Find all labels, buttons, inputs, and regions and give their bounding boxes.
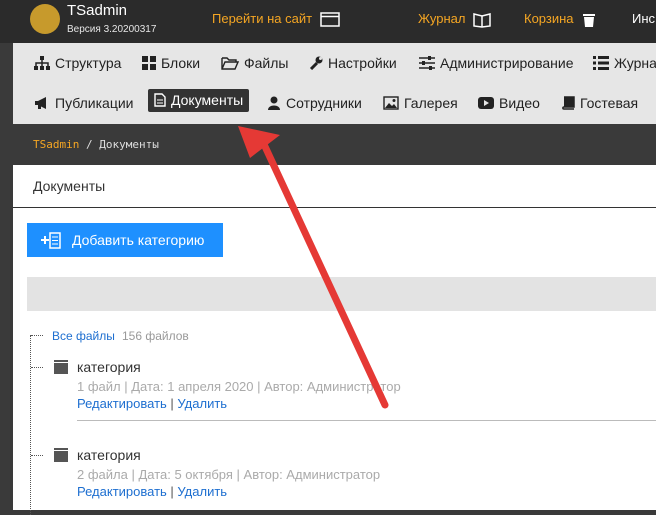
breadcrumb-root-link[interactable]: TSadmin: [33, 138, 79, 151]
category-name: категория: [77, 447, 141, 463]
tree-line: [30, 335, 31, 515]
category-actions: Редактировать | Удалить: [77, 484, 227, 499]
brain-logo-icon: [30, 4, 60, 34]
tree-branch: [31, 455, 43, 456]
trash-icon: [582, 13, 595, 27]
menu-item-label: Гостевая: [580, 95, 639, 111]
title-divider: [13, 207, 656, 208]
menu-item-publications[interactable]: Публикации: [34, 95, 133, 111]
category-tree: Все файлы 156 файлов категория 1 файл | …: [27, 327, 656, 515]
journal-link[interactable]: Журнал: [418, 11, 492, 28]
list-icon: [593, 56, 609, 70]
book-icon: [562, 96, 575, 110]
menu-item-administration[interactable]: Администрирование: [419, 55, 574, 71]
menu-item-files[interactable]: Файлы: [221, 55, 288, 71]
edit-link[interactable]: Редактировать: [77, 484, 167, 499]
bullhorn-icon: [35, 97, 46, 109]
version-label: Версия 3.20200317: [67, 24, 157, 35]
action-separator: |: [166, 396, 178, 411]
menu-item-label: Файлы: [244, 55, 289, 71]
menu-item-structure[interactable]: Структура: [34, 55, 121, 71]
tools-link[interactable]: Инс: [632, 11, 655, 26]
category-divider: [77, 420, 656, 421]
menu-item-label: Структура: [55, 55, 122, 71]
content-panel: Документы Добавить категорию Все файлы 1…: [13, 165, 656, 515]
toolbar-strip: [27, 277, 656, 311]
tree-branch: [31, 335, 43, 336]
delete-link[interactable]: Удалить: [177, 396, 227, 411]
top-bar: TSadmin Версия 3.20200317 Перейти на сай…: [0, 0, 656, 43]
journal-label: Журнал: [418, 11, 466, 26]
category-actions: Редактировать | Удалить: [77, 396, 227, 411]
image-icon: [383, 96, 399, 110]
menu-item-label: Галерея: [404, 95, 458, 111]
all-files-link[interactable]: Все файлы: [52, 329, 115, 343]
menu-item-journal[interactable]: Журна: [593, 55, 656, 71]
menu-item-label: Блоки: [161, 55, 201, 71]
breadcrumb-current: Документы: [99, 138, 159, 151]
menu-item-label: Видео: [499, 95, 540, 111]
browser-window-icon: [320, 12, 340, 27]
menu-item-gallery[interactable]: Галерея: [383, 95, 458, 111]
user-icon: [268, 96, 280, 110]
action-separator: |: [166, 484, 178, 499]
edit-link[interactable]: Редактировать: [77, 396, 167, 411]
tree-branch: [31, 367, 43, 368]
category-meta: 1 файл | Дата: 1 апреля 2020 | Автор: Ад…: [77, 379, 401, 394]
file-count: 156 файлов: [122, 329, 189, 343]
go-to-site-link[interactable]: Перейти на сайт: [212, 11, 340, 27]
menu-item-label: Журна: [614, 55, 656, 71]
menu-item-label: Настройки: [328, 55, 397, 71]
video-play-icon: [478, 97, 494, 109]
grid-icon: [142, 56, 156, 70]
add-list-icon: [41, 232, 61, 249]
brand-name: TSadmin: [67, 2, 128, 19]
sitemap-icon: [34, 56, 50, 70]
menu-item-label: Сотрудники: [286, 95, 362, 111]
folder-open-icon: [221, 57, 240, 70]
menu-item-blocks[interactable]: Блоки: [142, 55, 200, 71]
page-title: Документы: [33, 178, 106, 194]
sub-menu: Публикации Документы Сотрудники Галерея …: [13, 85, 656, 124]
go-to-site-label: Перейти на сайт: [212, 11, 313, 26]
breadcrumb: TSadmin / Документы: [33, 138, 159, 151]
menu-item-guestbook[interactable]: Гостевая: [561, 95, 638, 111]
menu-item-label: Публикации: [55, 95, 134, 111]
breadcrumb-separator: /: [79, 138, 100, 151]
wrench-icon: [309, 56, 323, 71]
main-menu: Структура Блоки Файлы Настройки Админист…: [13, 43, 656, 86]
book-icon: [473, 12, 492, 28]
menu-item-employees[interactable]: Сотрудники: [267, 95, 362, 111]
archive-box-icon: [54, 448, 68, 462]
add-category-button[interactable]: Добавить категорию: [27, 223, 223, 257]
menu-item-label: Администрирование: [440, 55, 574, 71]
trash-link[interactable]: Корзина: [524, 11, 596, 28]
menu-item-settings[interactable]: Настройки: [309, 55, 397, 71]
menu-item-documents[interactable]: Документы: [148, 89, 250, 112]
trash-label: Корзина: [524, 11, 574, 26]
sliders-icon: [419, 56, 435, 70]
menu-item-video[interactable]: Видео: [478, 95, 540, 111]
add-category-label: Добавить категорию: [72, 232, 205, 248]
delete-link[interactable]: Удалить: [177, 484, 227, 499]
category-meta: 2 файла | Дата: 5 октября | Автор: Админ…: [77, 467, 381, 482]
menu-item-label: Документы: [171, 92, 244, 108]
document-icon: [154, 93, 166, 107]
archive-box-icon: [54, 360, 68, 374]
category-name: категория: [77, 359, 141, 375]
